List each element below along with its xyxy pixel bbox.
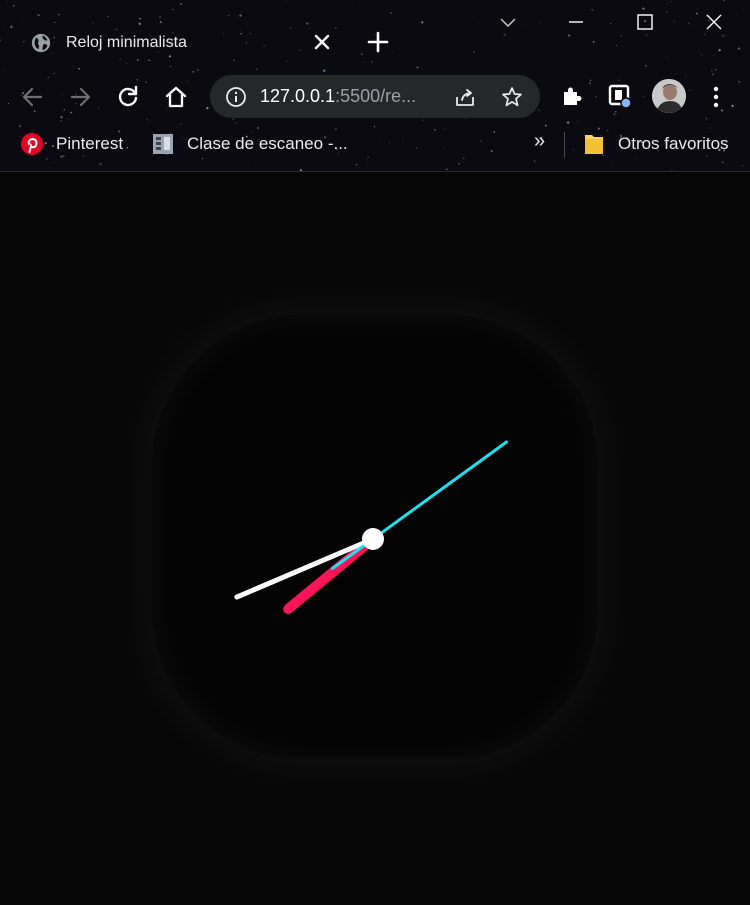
- maximize-icon[interactable]: [633, 10, 657, 34]
- address-bar[interactable]: 127.0.0.1:5500/re...: [210, 75, 540, 118]
- new-tab-icon[interactable]: [366, 30, 390, 54]
- globe-icon: [31, 33, 51, 53]
- bookmarks-divider: [564, 132, 565, 158]
- info-icon[interactable]: [225, 86, 247, 108]
- back-icon[interactable]: [20, 84, 46, 110]
- browser-chrome: Reloj minimalista 127.0.0.1:5500/re... P…: [0, 0, 750, 172]
- clock-center: [362, 528, 384, 550]
- puzzle-icon[interactable]: [559, 83, 585, 109]
- bookmarks-overflow-button[interactable]: »: [534, 130, 545, 153]
- extension-icon[interactable]: [607, 83, 633, 109]
- pinterest-icon: [21, 133, 43, 155]
- tab-title: Reloj minimalista: [66, 34, 187, 51]
- url-text[interactable]: 127.0.0.1:5500/re...: [260, 86, 416, 107]
- reload-icon[interactable]: [115, 84, 141, 110]
- tab-reloj-minimalista[interactable]: Reloj minimalista: [14, 22, 344, 64]
- bookmark-clase-de-escaneo[interactable]: Clase de escaneo -...: [151, 130, 348, 158]
- bookmark-label: Clase de escaneo -...: [187, 134, 348, 153]
- minute-hand: [234, 536, 376, 600]
- chevron-down-icon[interactable]: [496, 10, 520, 34]
- bookmark-otros-favoritos[interactable]: Otros favoritos: [582, 130, 729, 158]
- avatar[interactable]: [652, 79, 686, 113]
- bookmark-label: Pinterest: [56, 134, 124, 153]
- document-icon: [153, 134, 173, 154]
- avatar-image: [652, 79, 686, 113]
- star-icon[interactable]: [500, 85, 524, 109]
- close-icon[interactable]: [312, 32, 332, 52]
- url-path: :5500/re...: [335, 86, 417, 106]
- forward-icon[interactable]: [67, 84, 93, 110]
- second-hand: [331, 440, 508, 570]
- bookmark-label: Otros favoritos: [618, 134, 729, 153]
- more-icon[interactable]: [706, 84, 726, 110]
- minimize-icon[interactable]: [564, 10, 588, 34]
- window-close-icon[interactable]: [702, 10, 726, 34]
- home-icon[interactable]: [163, 84, 189, 110]
- page-content: [0, 172, 750, 905]
- folder-icon: [585, 135, 603, 154]
- share-icon[interactable]: [453, 85, 477, 109]
- clock: [234, 440, 508, 614]
- bookmark-pinterest[interactable]: Pinterest: [20, 130, 123, 158]
- url-host: 127.0.0.1: [260, 86, 336, 106]
